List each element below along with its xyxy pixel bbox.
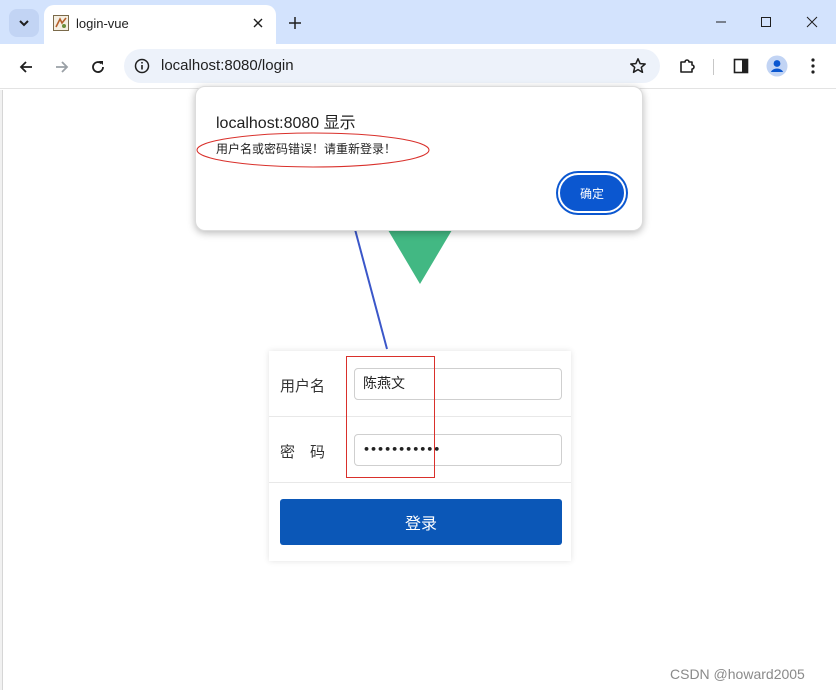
- tab-search-button[interactable]: [9, 9, 39, 37]
- close-window-button[interactable]: [800, 10, 824, 34]
- back-button[interactable]: [13, 54, 39, 80]
- watermark: CSDN @howard2005: [670, 666, 805, 682]
- plus-icon: [289, 17, 301, 29]
- window-left-edge: [0, 90, 3, 690]
- puzzle-icon: [680, 59, 695, 73]
- dialog-ok-button[interactable]: 确定: [558, 173, 626, 213]
- forward-button[interactable]: [49, 54, 75, 80]
- arrow-left-icon: [19, 61, 32, 73]
- vue-logo: [388, 230, 452, 284]
- username-label: 用户名: [280, 377, 326, 395]
- star-icon: [630, 58, 646, 74]
- info-icon: [134, 58, 150, 74]
- bookmark-button[interactable]: [628, 56, 648, 76]
- password-label: 密 码: [280, 443, 326, 461]
- maximize-button[interactable]: [754, 10, 778, 34]
- alert-dialog: localhost:8080 显示 用户名或密码错误！请重新登录！ 确定: [195, 86, 643, 231]
- url-text[interactable]: localhost:8080/login: [161, 57, 294, 74]
- dialog-title: localhost:8080 显示: [216, 115, 356, 132]
- minimize-icon: [716, 21, 726, 23]
- reload-icon: [92, 61, 104, 73]
- tab-strip: login-vue: [0, 0, 836, 44]
- dialog-message: 用户名或密码错误！请重新登录！: [216, 142, 397, 156]
- maximize-icon: [761, 17, 771, 27]
- browser-toolbar: localhost:8080/login: [0, 44, 836, 89]
- favicon-icon: [53, 15, 69, 31]
- tab-title: login-vue: [76, 16, 129, 31]
- chevron-down-icon: [19, 20, 29, 27]
- tab-login-vue[interactable]: login-vue: [44, 5, 276, 44]
- close-icon: [806, 16, 818, 28]
- annotation-rectangle: [346, 356, 435, 478]
- profile-button[interactable]: [765, 54, 789, 78]
- login-button[interactable]: 登录: [280, 499, 562, 545]
- close-icon: [253, 18, 263, 28]
- reload-button[interactable]: [85, 54, 111, 80]
- profile-avatar-icon: [766, 55, 788, 77]
- menu-button[interactable]: [801, 54, 825, 78]
- more-vertical-icon: [811, 58, 815, 74]
- arrow-right-icon: [56, 61, 69, 73]
- side-panel-icon: [733, 58, 749, 74]
- address-bar[interactable]: localhost:8080/login: [124, 49, 660, 83]
- side-panel-button[interactable]: [729, 54, 753, 78]
- tab-close-button[interactable]: [248, 13, 268, 33]
- site-info-button[interactable]: [132, 56, 152, 76]
- new-tab-button[interactable]: [284, 12, 306, 34]
- minimize-button[interactable]: [709, 10, 733, 34]
- extensions-button[interactable]: [675, 54, 699, 78]
- toolbar-divider: [713, 59, 714, 75]
